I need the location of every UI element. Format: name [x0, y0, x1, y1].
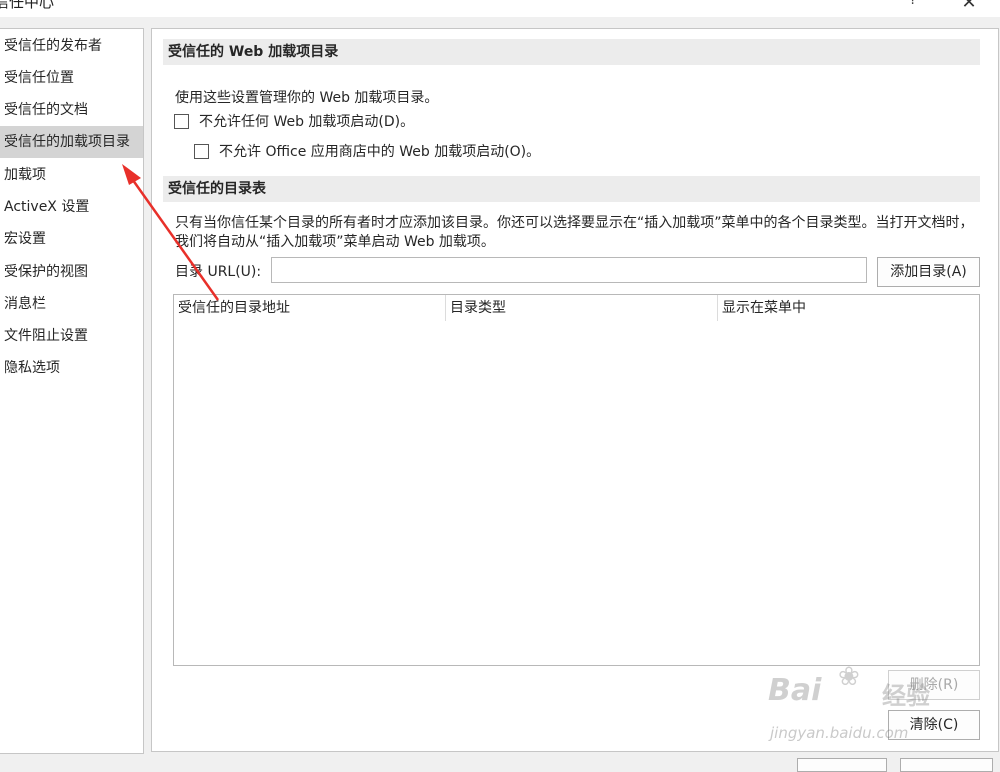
section1-description: 使用这些设置管理你的 Web 加载项目录。	[175, 90, 439, 106]
sidebar-item-message-bar[interactable]: 消息栏	[0, 288, 143, 320]
checkbox-disable-all-web-addins[interactable]: 不允许任何 Web 加载项启动(D)。	[174, 111, 414, 131]
sidebar-item-activex[interactable]: ActiveX 设置	[0, 191, 143, 223]
checkbox-label: 不允许任何 Web 加载项启动(D)。	[199, 114, 415, 130]
cancel-button[interactable]	[900, 758, 993, 772]
watermark-logo-cn: 经验	[882, 682, 930, 710]
checkbox-box[interactable]	[174, 113, 189, 129]
sidebar: 受信任的发布者 受信任位置 受信任的文档 受信任的加载项目录 加载项 Activ…	[0, 28, 144, 754]
content-panel: 受信任的 Web 加载项目录 使用这些设置管理你的 Web 加载项目录。 不允许…	[151, 28, 999, 752]
sidebar-item-privacy-options[interactable]: 隐私选项	[0, 352, 143, 384]
section-header-trusted-catalog-table: 受信任的目录表	[163, 176, 980, 202]
checkbox-disable-store-web-addins[interactable]: 不允许 Office 应用商店中的 Web 加载项启动(O)。	[194, 141, 540, 161]
close-button[interactable]: ✕	[955, 0, 983, 14]
sidebar-item-addins[interactable]: 加载项	[0, 159, 143, 191]
watermark-url: jingyan.baidu.com	[770, 724, 909, 742]
catalog-url-input[interactable]	[271, 257, 867, 283]
trusted-catalog-table[interactable]: 受信任的目录地址 目录类型 显示在菜单中	[173, 294, 980, 666]
help-button[interactable]: ?	[902, 0, 924, 12]
sidebar-item-trusted-documents[interactable]: 受信任的文档	[0, 94, 143, 126]
section-header-web-addin-catalogs: 受信任的 Web 加载项目录	[163, 39, 980, 65]
sidebar-item-protected-view[interactable]: 受保护的视图	[0, 256, 143, 288]
sidebar-item-trusted-locations[interactable]: 受信任位置	[0, 62, 143, 94]
section2-description: 只有当你信任某个目录的所有者时才应添加该目录。你还可以选择要显示在“插入加载项”…	[175, 215, 974, 250]
watermark-paw-icon: ❀	[838, 662, 860, 692]
sidebar-item-trusted-addin-catalogs[interactable]: 受信任的加载项目录	[0, 126, 143, 158]
watermark-logo: Bai	[768, 673, 822, 708]
sidebar-item-macro-settings[interactable]: 宏设置	[0, 223, 143, 255]
window-title: 信任中心	[0, 0, 55, 11]
sidebar-item-trusted-publishers[interactable]: 受信任的发布者	[0, 30, 143, 62]
ok-button[interactable]	[797, 758, 887, 772]
catalog-url-label: 目录 URL(U):	[175, 264, 262, 280]
column-header-show-in-menu[interactable]: 显示在菜单中	[718, 295, 979, 321]
column-header-catalog-type[interactable]: 目录类型	[446, 295, 718, 321]
checkbox-label: 不允许 Office 应用商店中的 Web 加载项启动(O)。	[219, 144, 541, 160]
column-header-catalog-address[interactable]: 受信任的目录地址	[174, 295, 446, 321]
checkbox-box[interactable]	[194, 143, 209, 159]
title-bar: 信任中心 ? ✕	[0, 0, 1000, 17]
sidebar-item-file-block[interactable]: 文件阻止设置	[0, 320, 143, 352]
add-catalog-button[interactable]: 添加目录(A)	[877, 257, 980, 287]
